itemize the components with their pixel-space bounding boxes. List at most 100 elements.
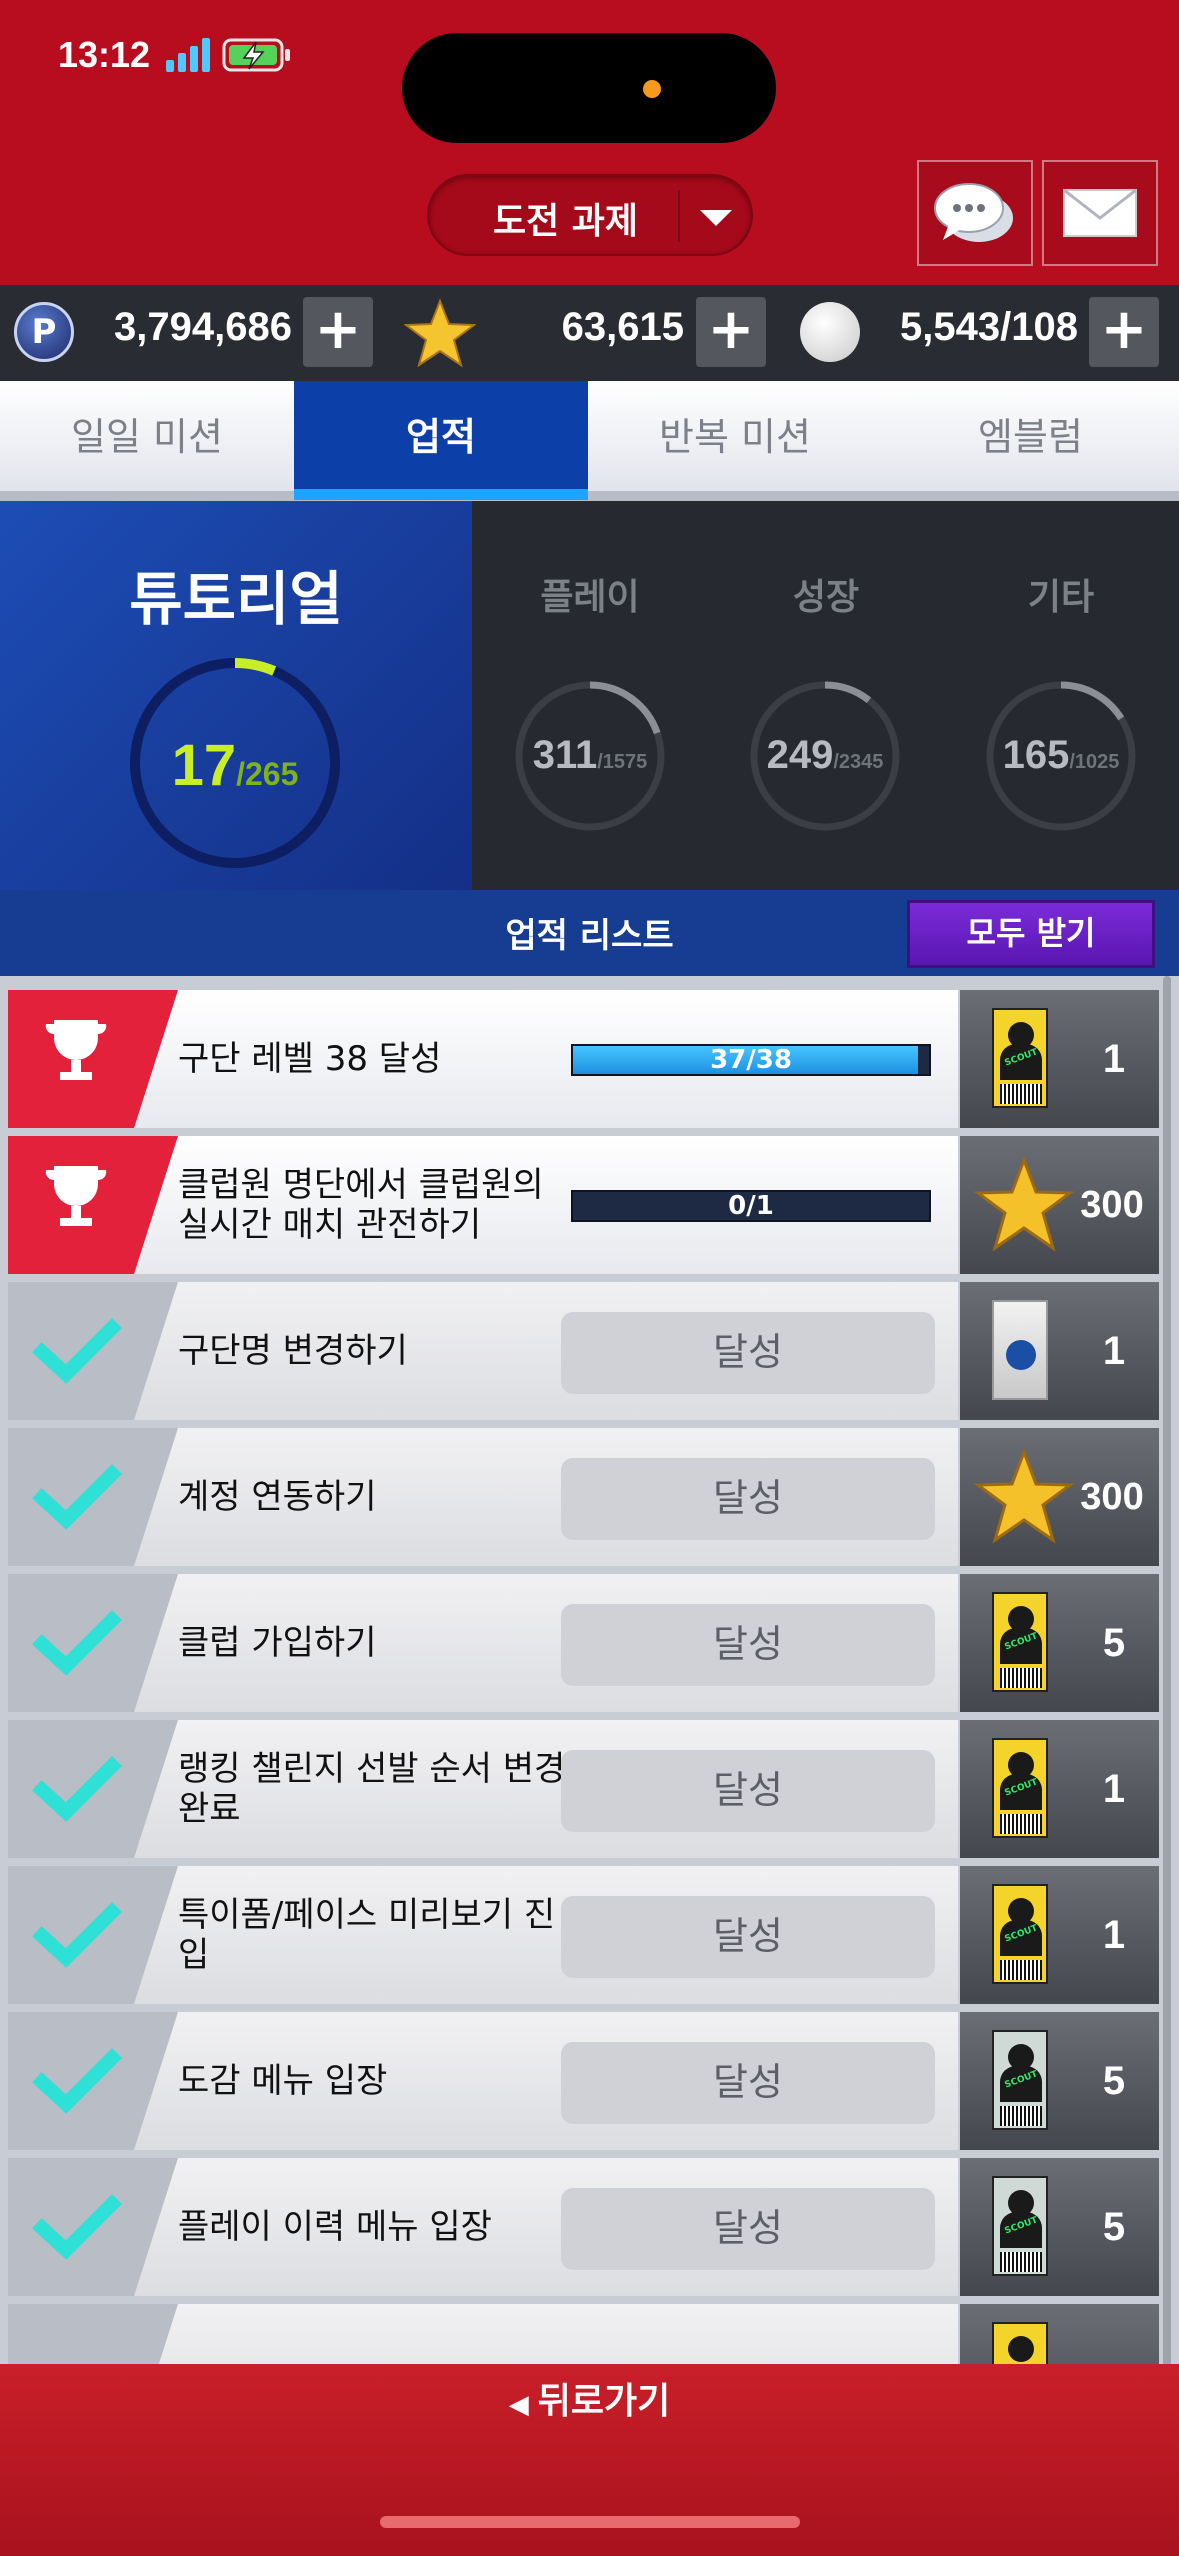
- check-badge: [8, 1720, 178, 1858]
- check-badge: [8, 1866, 178, 2004]
- scout-ticket-icon: [992, 2322, 1048, 2364]
- list-scrollbar[interactable]: [1163, 976, 1171, 2366]
- tab-emblem[interactable]: 엠블럼: [882, 381, 1179, 500]
- achieved-button[interactable]: 달성: [561, 1458, 935, 1540]
- achievement-title: 랭킹 챌린지 선발 순서 변경 완료: [178, 1749, 566, 1829]
- category-play-value: 311: [533, 733, 598, 777]
- chat-button[interactable]: [917, 160, 1033, 266]
- category-growth-total: /2345: [833, 751, 883, 773]
- category-growth-ring[interactable]: 249/2345: [749, 680, 901, 832]
- achievement-title: 구단명 변경하기: [178, 1331, 408, 1371]
- achievement-row[interactable]: 구단명 변경하기 달성 1: [8, 1282, 1159, 1420]
- category-other-ring[interactable]: 165/1025: [985, 680, 1137, 832]
- achievement-row[interactable]: 구단 레벨 38 달성 37/38 SCOUT 1: [8, 990, 1159, 1128]
- scout-ticket-icon: SCOUT: [992, 2176, 1048, 2276]
- tab-repeat-mission[interactable]: 반복 미션: [588, 381, 882, 500]
- achievement-title: 계정 연동하기: [178, 1477, 377, 1517]
- svg-text:311/1575: 311/1575: [533, 733, 648, 777]
- tab-bar-divider: [0, 491, 1179, 501]
- achievement-reward: 300: [960, 1136, 1159, 1274]
- tab-achievements[interactable]: 업적: [294, 381, 588, 500]
- chat-icon: [934, 183, 1013, 242]
- scout-ticket-icon: SCOUT: [992, 2030, 1048, 2130]
- achieved-button[interactable]: 달성: [561, 2188, 935, 2270]
- category-growth-label[interactable]: 성장: [708, 568, 944, 620]
- achievement-reward: 1: [960, 1282, 1159, 1420]
- add-stars-button[interactable]: +: [696, 297, 766, 367]
- svg-text:249/2345: 249/2345: [767, 733, 884, 777]
- achievement-row[interactable]: 플레이 이력 메뉴 입장 달성 SCOUT 5: [8, 2158, 1159, 2296]
- category-other-value: 165: [1003, 733, 1070, 777]
- points-value: 3,794,686: [114, 305, 292, 349]
- achievement-row[interactable]: 계정 연동하기 달성 300: [8, 1428, 1159, 1566]
- camera-indicator-icon: [643, 80, 661, 98]
- reward-count: 1: [1102, 1037, 1126, 1081]
- achieved-button[interactable]: 달성: [561, 1604, 935, 1686]
- stars-value: 63,615: [561, 305, 684, 349]
- check-badge: [8, 1428, 178, 1566]
- achievement-reward: SCOUT 5: [960, 2012, 1159, 2150]
- svg-text:165/1025: 165/1025: [1003, 733, 1120, 777]
- achievement-reward: 300: [960, 1428, 1159, 1566]
- chevron-down-icon[interactable]: [700, 210, 732, 226]
- add-points-button[interactable]: +: [303, 297, 373, 367]
- baseball-icon: [800, 302, 860, 362]
- achievement-reward: SCOUT 5: [960, 2158, 1159, 2296]
- scout-ticket-icon: SCOUT: [992, 1008, 1048, 1108]
- achievement-title: 도감 메뉴 입장: [178, 2061, 388, 2101]
- achieved-button[interactable]: 달성: [561, 1312, 935, 1394]
- achieved-button[interactable]: 달성: [561, 2042, 935, 2124]
- reward-count: 300: [1080, 1184, 1144, 1226]
- claim-all-button[interactable]: 모두 받기: [907, 900, 1155, 968]
- achievement-title: 클럽원 명단에서 클럽원의 실시간 매치 관전하기: [178, 1165, 544, 1245]
- achievement-title: 클럽 가입하기: [178, 1623, 377, 1663]
- tutorial-progress-total: /265: [236, 756, 298, 792]
- achievement-row[interactable]: 클럽원 명단에서 클럽원의 실시간 매치 관전하기 0/1 300: [8, 1136, 1159, 1274]
- achievement-progress-text: 37/38: [710, 1045, 792, 1075]
- reward-count: 1: [1102, 1767, 1126, 1811]
- reward-count: 5: [1102, 1621, 1126, 1665]
- signal-icon: [166, 38, 210, 72]
- category-play-ring[interactable]: 311/1575: [514, 680, 666, 832]
- star-icon: [404, 298, 476, 368]
- reward-count: 1: [1102, 1913, 1126, 1957]
- achievement-row[interactable]: 랭킹 챌린지 선발 순서 변경 완료 달성 SCOUT 1: [8, 1720, 1159, 1858]
- tab-daily-mission[interactable]: 일일 미션: [0, 381, 294, 500]
- active-tab-indicator: [294, 489, 588, 500]
- achievement-row[interactable]: 특이폼/페이스 미리보기 진입 달성 SCOUT 1: [8, 1866, 1159, 2004]
- back-button-label: 뒤로가기: [537, 2381, 671, 2422]
- mission-dropdown-label: 도전 과제: [493, 201, 639, 242]
- achieved-button[interactable]: 달성: [561, 1750, 935, 1832]
- reward-count: 5: [1102, 2205, 1126, 2249]
- achievement-row[interactable]: 도감 메뉴 입장 달성 SCOUT 5: [8, 2012, 1159, 2150]
- reward-count: 5: [1102, 2059, 1126, 2103]
- achievement-row-partial[interactable]: [8, 2304, 1159, 2364]
- mission-dropdown-divider: [678, 190, 680, 242]
- points-coin-icon: P: [14, 302, 74, 362]
- check-badge: [8, 1282, 178, 1420]
- status-time: 13:12: [58, 34, 151, 75]
- svg-text:17/265: 17/265: [172, 733, 299, 798]
- achieved-button[interactable]: 달성: [561, 1896, 935, 1978]
- tutorial-title: 튜토리얼: [129, 565, 343, 633]
- category-play-total: /1575: [597, 751, 647, 773]
- achievement-reward: SCOUT 1: [960, 1866, 1159, 2004]
- category-play-label[interactable]: 플레이: [472, 568, 708, 620]
- home-indicator[interactable]: [380, 2516, 800, 2528]
- achievement-title: 구단 레벨 38 달성: [178, 1039, 442, 1079]
- add-balls-button[interactable]: +: [1089, 297, 1159, 367]
- scout-ticket-icon: SCOUT: [992, 1592, 1048, 1692]
- check-badge: [8, 2012, 178, 2150]
- category-other-label[interactable]: 기타: [943, 568, 1179, 620]
- achievement-title: 플레이 이력 메뉴 입장: [178, 2207, 492, 2247]
- mail-button[interactable]: [1042, 160, 1158, 266]
- achievement-row[interactable]: 클럽 가입하기 달성 SCOUT 5: [8, 1574, 1159, 1712]
- back-button[interactable]: ◀ 뒤로가기: [0, 2372, 1179, 2424]
- scout-ticket-icon: SCOUT: [992, 1738, 1048, 1838]
- star-reward-icon: [974, 1155, 1074, 1252]
- category-other-total: /1025: [1069, 751, 1119, 773]
- category-growth-value: 249: [767, 733, 834, 777]
- scout-ticket-icon: SCOUT: [992, 1884, 1048, 1984]
- achievement-reward: [960, 2304, 1159, 2364]
- back-arrow-icon: ◀: [508, 2390, 538, 2420]
